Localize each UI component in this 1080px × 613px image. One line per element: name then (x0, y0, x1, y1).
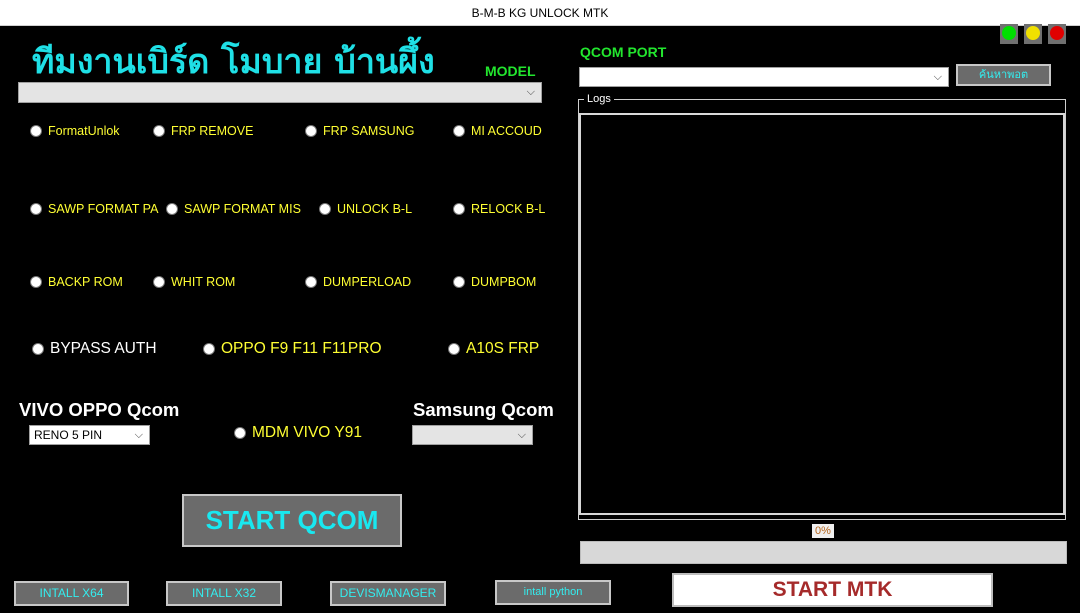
intall-x64-button[interactable]: INTALL X64 (14, 581, 129, 606)
radio-button-icon[interactable] (30, 125, 42, 137)
radio-button-icon[interactable] (153, 125, 165, 137)
radio-backp-rom[interactable]: BACKP ROM (30, 275, 123, 289)
progress-percent: 0% (812, 524, 834, 538)
vivo-oppo-model-value: RENO 5 PIN (34, 428, 103, 442)
radio-unlock-bl[interactable]: UNLOCK B-L (319, 202, 412, 216)
model-select[interactable]: ⌵ (18, 82, 542, 103)
radio-label: FRP REMOVE (171, 124, 254, 138)
radio-oppo-f9-f11[interactable]: OPPO F9 F11 F11PRO (203, 340, 382, 358)
model-label: MODEL (485, 63, 536, 79)
chevron-down-icon: ⌵ (933, 71, 942, 83)
vivo-oppo-qcom-label: VIVO OPPO Qcom (19, 399, 180, 420)
radio-button-icon[interactable] (319, 203, 331, 215)
radio-button-icon[interactable] (166, 203, 178, 215)
radio-label: SAWP FORMAT PA (48, 202, 159, 216)
radio-label: SAWP FORMAT MIS (184, 202, 301, 216)
progress-bar (580, 541, 1067, 564)
radio-bypass-auth[interactable]: BYPASS AUTH (32, 340, 157, 358)
start-mtk-button[interactable]: START MTK (672, 573, 993, 607)
radio-label: WHIT ROM (171, 275, 236, 289)
radio-relock-bl[interactable]: RELOCK B-L (453, 202, 545, 216)
radio-sawp-format-pa[interactable]: SAWP FORMAT PA (30, 202, 158, 216)
radio-a10s-frp[interactable]: A10S FRP (448, 340, 539, 358)
radio-label: RELOCK B-L (471, 202, 546, 216)
yellow-light-icon (1026, 26, 1040, 40)
radio-button-icon[interactable] (30, 203, 42, 215)
app-title: ทีมงานเบิร์ด โมบาย บ้านผึ้ง (32, 42, 435, 82)
radio-label: BACKP ROM (48, 275, 123, 289)
status-light-green (1000, 24, 1018, 44)
window-title: B-M-B KG UNLOCK MTK (471, 6, 609, 20)
radio-label: FormatUnlok (48, 124, 120, 138)
radio-button-icon[interactable] (453, 125, 465, 137)
radio-button-icon[interactable] (153, 276, 165, 288)
radio-label: UNLOCK B-L (337, 202, 413, 216)
chevron-down-icon: ⌵ (134, 429, 143, 441)
radio-dumperload[interactable]: DUMPERLOAD (305, 275, 411, 289)
radio-label: DUMPBOM (471, 275, 537, 289)
radio-button-icon[interactable] (305, 125, 317, 137)
logs-label: Logs (584, 93, 614, 105)
qcom-port-label: QCOM PORT (580, 44, 667, 60)
vivo-oppo-model-select[interactable]: RENO 5 PIN ⌵ (29, 425, 150, 445)
devismanager-button[interactable]: DEVISMANAGER (330, 581, 446, 606)
green-light-icon (1002, 26, 1016, 40)
start-qcom-button[interactable]: START QCOM (182, 494, 402, 547)
chevron-down-icon: ⌵ (517, 429, 526, 441)
radio-button-icon[interactable] (453, 203, 465, 215)
radio-sawp-format-mis[interactable]: SAWP FORMAT MIS (166, 202, 301, 216)
radio-label: FRP SAMSUNG (323, 124, 415, 138)
radio-button-icon[interactable] (203, 343, 215, 355)
radio-dumpbom[interactable]: DUMPBOM (453, 275, 536, 289)
radio-button-icon[interactable] (234, 427, 246, 439)
qcom-port-select[interactable]: ⌵ (579, 67, 949, 87)
radio-label: MDM VIVO Y91 (252, 424, 362, 441)
window-titlebar: B-M-B KG UNLOCK MTK (0, 0, 1080, 26)
radio-whit-rom[interactable]: WHIT ROM (153, 275, 235, 289)
radio-button-icon[interactable] (305, 276, 317, 288)
red-light-icon (1050, 26, 1064, 40)
radio-mdm-vivo-y91[interactable]: MDM VIVO Y91 (234, 424, 362, 442)
status-light-red (1048, 24, 1066, 44)
radio-label: OPPO F9 F11 F11PRO (221, 340, 382, 357)
radio-button-icon[interactable] (453, 276, 465, 288)
radio-button-icon[interactable] (32, 343, 44, 355)
radio-mi-accoud[interactable]: MI ACCOUD (453, 124, 542, 138)
radio-label: DUMPERLOAD (323, 275, 412, 289)
intall-python-button[interactable]: intall python (495, 580, 611, 605)
logs-textarea[interactable] (579, 113, 1065, 515)
radio-format-unlok[interactable]: FormatUnlok (30, 124, 120, 138)
radio-label: A10S FRP (466, 340, 540, 357)
radio-button-icon[interactable] (30, 276, 42, 288)
radio-frp-samsung[interactable]: FRP SAMSUNG (305, 124, 414, 138)
radio-button-icon[interactable] (448, 343, 460, 355)
samsung-model-select[interactable]: ⌵ (412, 425, 533, 445)
intall-x32-button[interactable]: INTALL X32 (166, 581, 282, 606)
radio-label: MI ACCOUD (471, 124, 542, 138)
chevron-down-icon: ⌵ (526, 86, 535, 98)
samsung-qcom-label: Samsung Qcom (413, 399, 554, 420)
status-light-yellow (1024, 24, 1042, 44)
radio-label: BYPASS AUTH (50, 340, 157, 357)
search-port-button[interactable]: ค้นหาพอต (956, 64, 1051, 86)
radio-frp-remove[interactable]: FRP REMOVE (153, 124, 253, 138)
